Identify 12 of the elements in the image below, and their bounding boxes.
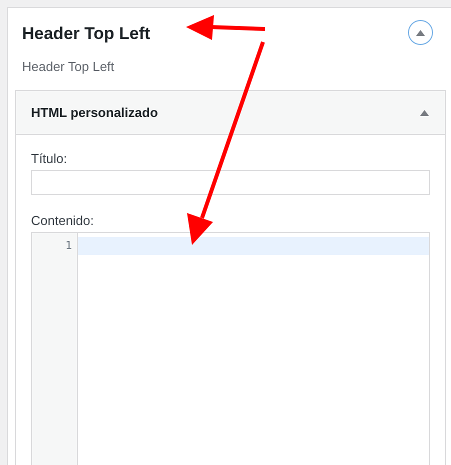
caret-icon — [416, 30, 425, 36]
caret-icon — [420, 110, 429, 116]
widget-title: HTML personalizado — [31, 105, 158, 120]
widget-area-title: Header Top Left — [22, 24, 150, 44]
code-editor[interactable]: 1 — [31, 232, 430, 465]
line-number: 1 — [64, 238, 73, 254]
widget-header[interactable]: HTML personalizado — [16, 91, 445, 135]
collapse-toggle-button[interactable] — [408, 20, 433, 45]
widget-area-description: Header Top Left — [22, 59, 116, 74]
field-label: Contenido: — [31, 213, 95, 228]
title-input-field[interactable] — [31, 170, 430, 195]
field-label: Título: — [31, 151, 68, 166]
